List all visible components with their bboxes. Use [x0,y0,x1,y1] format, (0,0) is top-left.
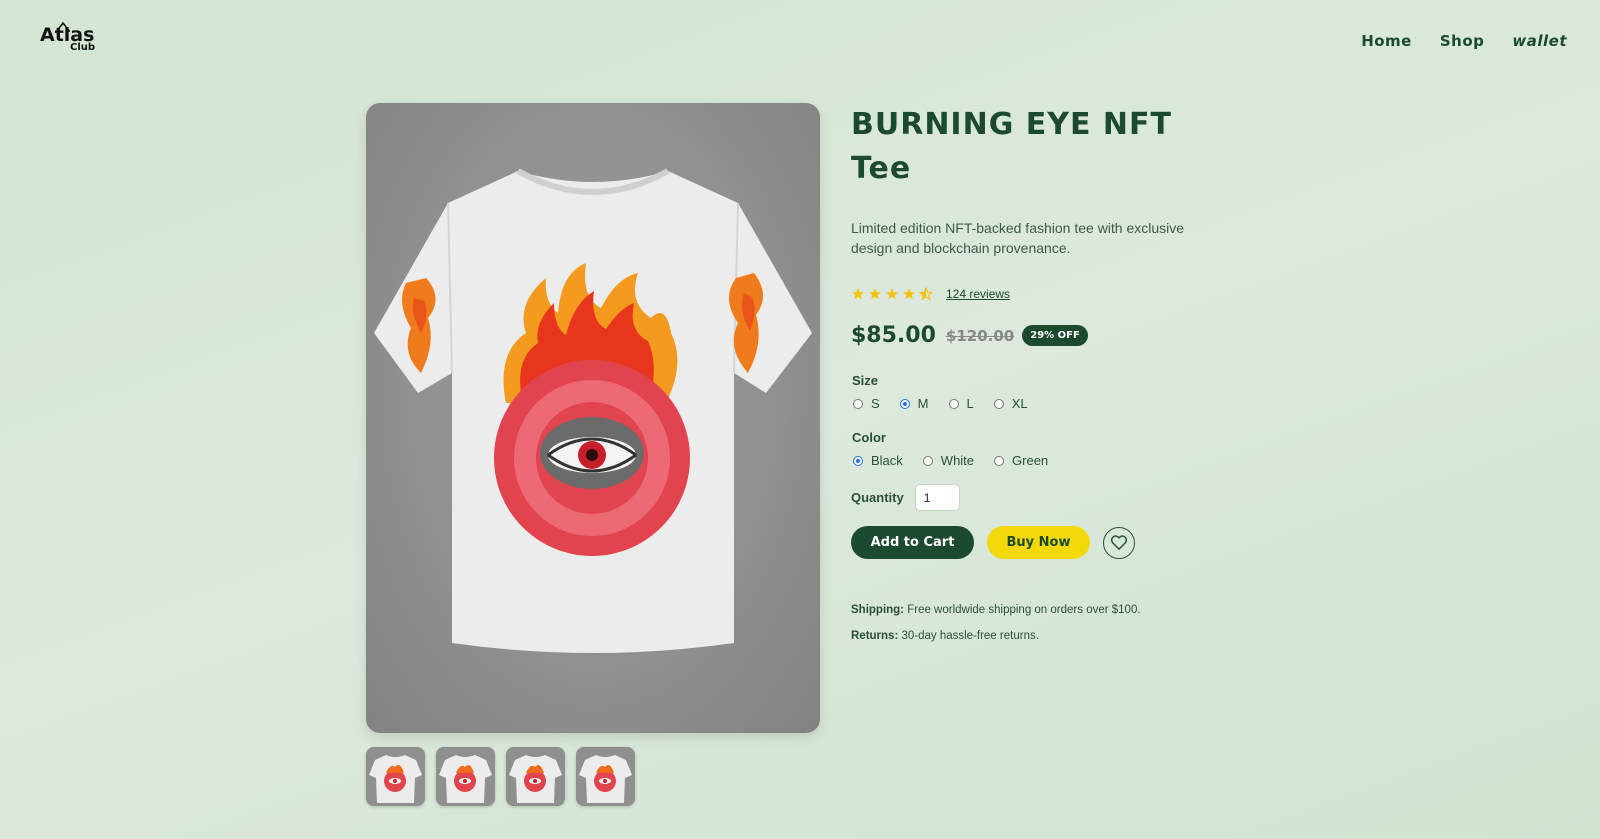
rating: 124 reviews [851,287,1010,301]
shipping-info: Shipping: Free worldwide shipping on ord… [851,604,1141,616]
tshirt-thumbnail [436,747,495,806]
thumbnail[interactable] [576,747,635,806]
heart-icon [1111,535,1127,550]
radio-button[interactable] [993,398,1004,409]
tshirt-illustration [374,168,812,653]
color-option-black[interactable]: Black [853,453,903,468]
size-options: S M L XL [853,396,1048,411]
reviews-link[interactable]: 124 reviews [946,287,1010,301]
product-info: BURNING EYE NFT Tee Limited edition NFT-… [851,103,1221,642]
logo[interactable]: Atlas Club [38,20,98,56]
quantity-label: Quantity [851,490,904,505]
radio-button[interactable] [899,398,910,409]
color-option-green[interactable]: Green [994,453,1048,468]
radio-button[interactable] [994,455,1005,466]
tshirt-thumbnail [576,747,635,806]
color-label: Color [852,430,886,445]
returns-info: Returns: 30-day hassle-free returns. [851,630,1039,642]
thumbnail[interactable] [506,747,565,806]
thumbnail-list [366,747,635,806]
thumbnail[interactable] [436,747,495,806]
action-buttons: Add to Cart Buy Now [851,526,1135,559]
size-option-l[interactable]: L [948,396,974,411]
star-icon [852,288,864,300]
nav-shop[interactable]: Shop [1440,32,1485,50]
product-title-line2: Tee [851,151,912,186]
price-row: $85.00 $120.00 29% OFF [851,323,1088,348]
color-options: Black White Green [853,453,1068,468]
nav-wallet[interactable]: wallet [1512,32,1567,50]
product-title: BURNING EYE NFT Tee [851,103,1221,191]
quantity-row: Quantity [851,484,960,511]
product-main-image [366,103,820,733]
star-icon [886,288,898,300]
original-price: $120.00 [945,326,1015,345]
main-nav: Home Shop wallet [1361,32,1567,50]
radio-button[interactable] [922,455,933,466]
quantity-input[interactable] [914,484,960,511]
product-description: Limited edition NFT-backed fashion tee w… [851,220,1185,256]
size-label: Size [852,373,879,388]
radio-button[interactable] [853,398,863,409]
star-icon [903,288,915,300]
tshirt-thumbnail [366,747,425,806]
radio-button[interactable] [853,455,863,466]
tshirt-thumbnail [506,747,565,806]
discount-badge: 29% OFF [1022,325,1088,346]
size-option-s[interactable]: S [853,396,880,411]
star-icon [869,288,881,300]
star-half-icon [919,287,933,301]
thumbnail[interactable] [366,747,425,806]
product-title-line1: BURNING EYE NFT [851,107,1172,142]
buy-now-button[interactable]: Buy Now [987,526,1090,559]
size-option-m[interactable]: M [899,396,929,411]
wishlist-button[interactable] [1103,526,1135,559]
color-option-white[interactable]: White [922,453,974,468]
logo-subtext: Club [70,42,96,53]
add-to-cart-button[interactable]: Add to Cart [851,526,974,559]
nav-home[interactable]: Home [1361,32,1412,50]
radio-button[interactable] [948,398,959,409]
current-price: $85.00 [851,323,936,348]
size-option-xl[interactable]: XL [993,396,1028,411]
